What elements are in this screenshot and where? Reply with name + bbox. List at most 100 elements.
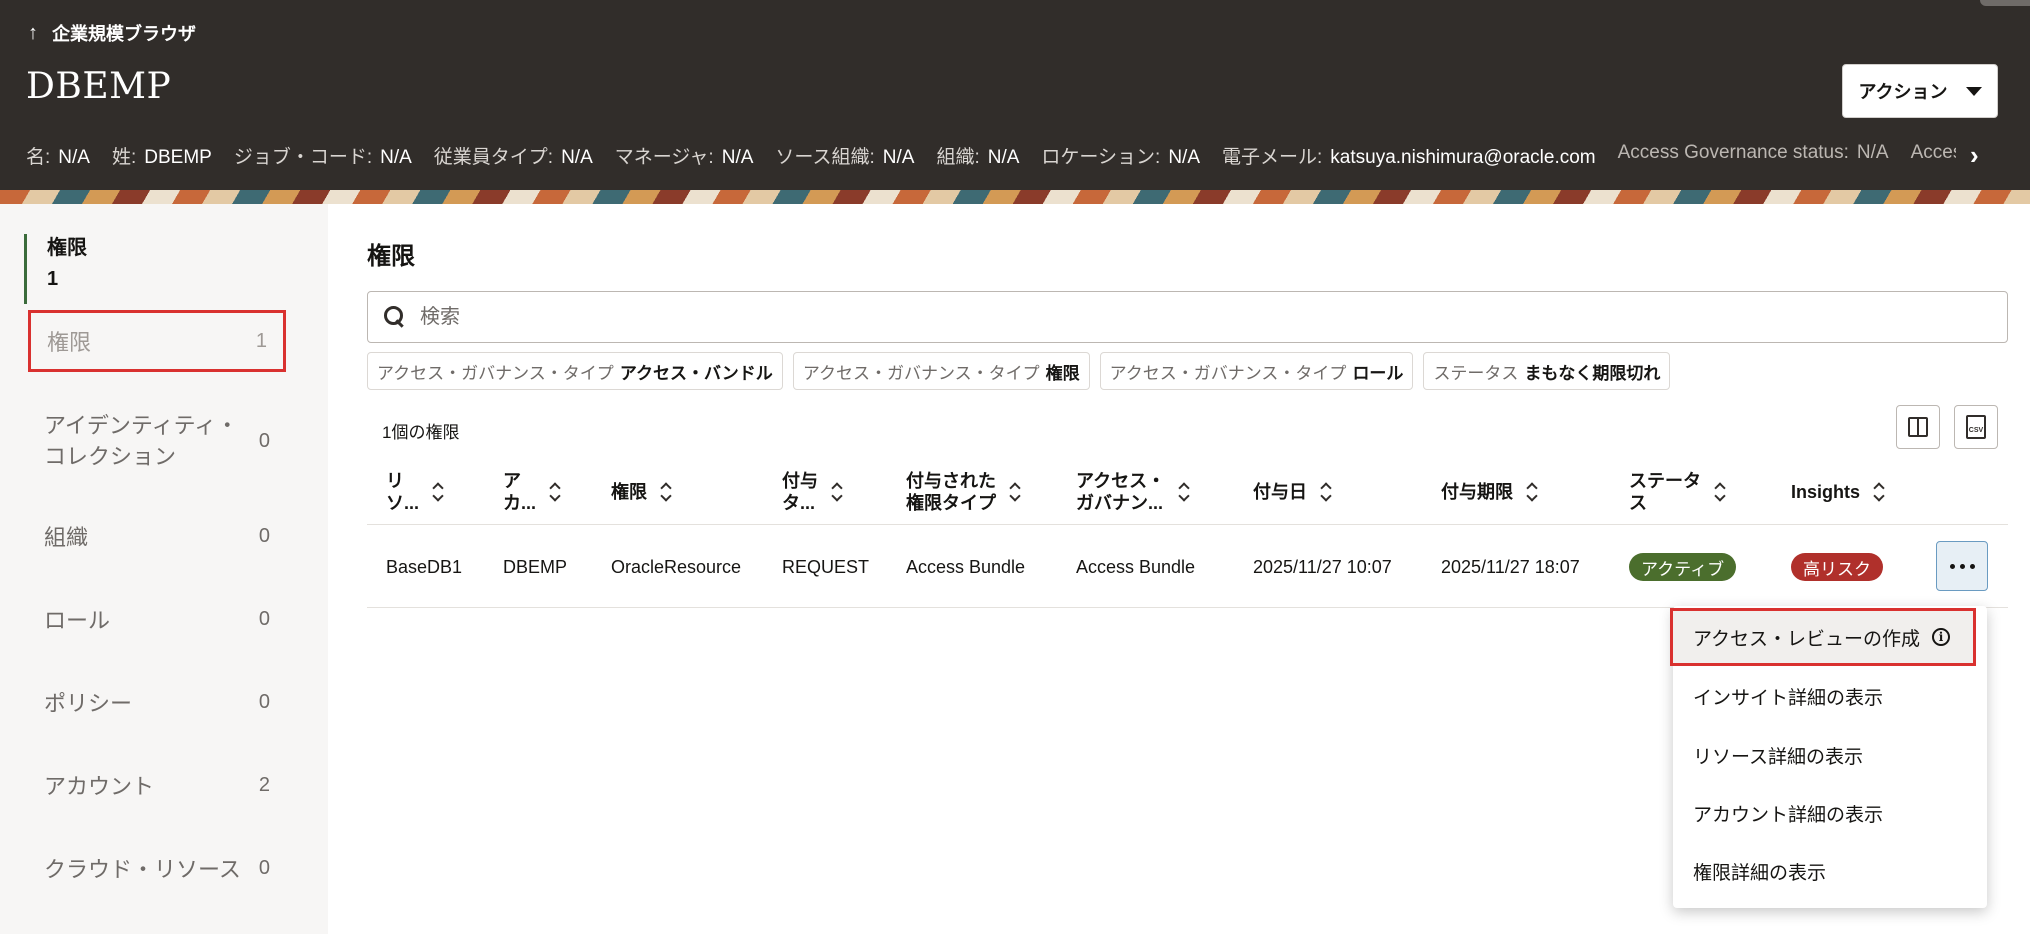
sidenav-item-cloud-resources[interactable]: クラウド・リソース 0 — [28, 852, 286, 884]
sidenav-item-count: 0 — [258, 856, 270, 879]
cell-granted-type: Access Bundle — [906, 557, 1026, 577]
back-link-label: 企業規模ブラウザ — [52, 24, 196, 44]
sidenav-item-label: クラウド・リソース — [44, 857, 241, 882]
menu-item-view-insight-details[interactable]: インサイト詳細の表示 — [1673, 667, 1987, 725]
cell-account: DBEMP — [503, 557, 568, 577]
back-link[interactable]: ↑ 企業規模ブラウザ — [28, 20, 196, 46]
filter-chips: アクセス・ガバナンス・タイプ アクセス・バンドル アクセス・ガバナンス・タイプ 権限… — [367, 352, 1671, 390]
sidenav-item-label: ポリシー — [44, 691, 133, 716]
sidenav-item-organizations[interactable]: 組織 0 — [28, 520, 286, 552]
sidenav-item-accounts[interactable]: アカウント 2 — [28, 769, 286, 801]
sort-icon — [433, 483, 443, 501]
info-source-org: ソース組織: N/A — [775, 147, 915, 168]
row-actions-button[interactable] — [1936, 541, 1988, 591]
sort-icon — [832, 483, 842, 501]
info-email: 電子メール: katsuya.nishimura@oracle.com — [1222, 147, 1596, 168]
cell-grant-type: REQUEST — [782, 557, 870, 577]
page-header: ↑ 企業規模ブラウザ DBEMP アクション 名: N/A 姓: DBEMP ジョブ… — [0, 0, 2030, 190]
risk-badge: 高リスク — [1791, 553, 1883, 581]
info-job-code: ジョブ・コード: N/A — [233, 147, 412, 168]
search-bar[interactable] — [367, 291, 2008, 343]
sort-icon — [1715, 483, 1725, 501]
column-header-resource[interactable]: リソ... — [386, 470, 443, 514]
column-header-governance-type[interactable]: アクセス・ ガバナン... — [1076, 470, 1189, 514]
export-csv-button[interactable]: CSV — [1954, 405, 1998, 449]
sidenav-item-count: 0 — [258, 690, 270, 713]
sidenav-header: 権限 1 — [24, 234, 87, 304]
sort-icon — [1874, 483, 1884, 501]
info-manager: マネージャ: N/A — [614, 147, 754, 168]
sidenav-item-identity-collections[interactable]: アイデンティティ・ コレクション 0 — [28, 410, 286, 472]
caret-down-icon — [1965, 86, 1982, 96]
search-input[interactable] — [420, 305, 1920, 329]
status-badge: アクティブ — [1629, 553, 1737, 581]
menu-item-view-resource-details[interactable]: リソース詳細の表示 — [1673, 726, 1987, 784]
arrow-up-icon: ↑ — [28, 21, 38, 44]
sidenav-header-title: 権限 — [47, 237, 87, 259]
search-icon — [384, 306, 406, 328]
main-title: 権限 — [367, 243, 415, 270]
sort-icon — [661, 483, 671, 501]
sidenav-item-count: 0 — [258, 524, 270, 547]
info-employee-type: 従業員タイプ: N/A — [433, 147, 593, 168]
sidenav-item-roles[interactable]: ロール 0 — [28, 603, 286, 635]
column-header-insights[interactable]: Insights — [1791, 481, 1884, 503]
sidenav-item-count: 0 — [258, 607, 270, 630]
permissions-table: リソ... アカ... 権限 付与 タ... 付与された 権限タイプ アクセス・ ガバ… — [367, 460, 2008, 608]
column-header-granted-type[interactable]: 付与された 権限タイプ — [906, 470, 1020, 514]
action-menu-label: アクション — [1858, 82, 1948, 102]
info-last-name: 姓: DBEMP — [111, 147, 212, 168]
column-header-granted-on[interactable]: 付与日 — [1253, 481, 1331, 503]
filter-chip-role[interactable]: アクセス・ガバナンス・タイプ ロール — [1099, 352, 1414, 390]
menu-item-view-account-details[interactable]: アカウント詳細の表示 — [1673, 784, 1987, 842]
filter-chip-permission[interactable]: アクセス・ガバナンス・タイプ 権限 — [792, 352, 1090, 390]
sort-icon — [1321, 483, 1331, 501]
table-row[interactable]: BaseDB1 DBEMP OracleResource REQUEST Acc… — [367, 525, 2008, 608]
sidenav-item-label: 組織 — [44, 525, 89, 550]
table-header: リソ... アカ... 権限 付与 タ... 付与された 権限タイプ アクセス・ ガバ… — [367, 460, 2008, 525]
sidenav-header-count: 1 — [47, 268, 59, 290]
info-org: 組織: N/A — [936, 147, 1020, 168]
menu-item-create-access-review[interactable]: アクセス・レビューの作成 i — [1670, 608, 1976, 666]
cell-governance-type: Access Bundle — [1076, 557, 1196, 577]
result-count: 1個の権限 — [382, 423, 460, 442]
sidenav-item-permissions[interactable]: 権限 1 — [28, 310, 286, 372]
menu-item-view-permission-details[interactable]: 権限詳細の表示 — [1673, 842, 1987, 900]
sidenav-item-label: アカウント — [44, 774, 155, 799]
sort-icon — [1179, 483, 1189, 501]
more-dots-icon — [1949, 563, 1955, 569]
column-header-status[interactable]: ステータス — [1629, 470, 1725, 514]
sidenav-item-label: 権限 — [47, 330, 92, 355]
sidenav-item-label: アイデンティティ・ コレクション — [44, 413, 239, 469]
cell-granted-on: 2025/11/27 10:07 — [1253, 557, 1392, 577]
sort-icon — [1010, 483, 1020, 501]
cell-resource: BaseDB1 — [386, 557, 463, 577]
column-header-permission[interactable]: 権限 — [611, 481, 671, 503]
row-actions-menu: アクセス・レビューの作成 i インサイト詳細の表示 リソース詳細の表示 アカウン… — [1670, 606, 1987, 908]
column-header-grant-type[interactable]: 付与 タ... — [782, 470, 842, 514]
info-icon[interactable]: i — [1932, 628, 1951, 646]
page-title: DBEMP — [26, 66, 172, 107]
filter-chip-expiring-soon[interactable]: ステータス まもなく期限切れ — [1423, 352, 1671, 390]
sidenav-item-count: 1 — [255, 329, 267, 352]
corner-accent — [1980, 0, 2030, 6]
sort-icon — [550, 483, 560, 501]
info-location: ロケーション: N/A — [1041, 147, 1200, 168]
sidenav-item-label: ロール — [44, 608, 111, 633]
chevron-right-icon[interactable]: › — [1970, 140, 1979, 171]
sidenav-item-count: 2 — [258, 773, 270, 796]
filter-chip-access-bundle[interactable]: アクセス・ガバナンス・タイプ アクセス・バンドル — [367, 352, 783, 390]
identity-info-strip: 名: N/A 姓: DBEMP ジョブ・コード: N/A 従業員タイプ: N/A マネー… — [26, 142, 1956, 169]
decorative-pattern-band — [0, 190, 2030, 204]
column-settings-button[interactable] — [1896, 405, 1940, 449]
column-header-expires-on[interactable]: 付与期限 — [1441, 481, 1537, 503]
action-menu-button[interactable]: アクション — [1842, 64, 1998, 118]
info-governance-status: Access Governance status: N/A — [1617, 142, 1889, 163]
sidenav-item-policies[interactable]: ポリシー 0 — [28, 686, 286, 718]
info-access-truncated: Access — [1910, 142, 1956, 163]
column-header-account[interactable]: アカ... — [503, 470, 560, 514]
sort-icon — [1527, 483, 1537, 501]
side-navigation: 権限 1 権限 1 アイデンティティ・ コレクション 0 組織 0 ロール 0 ポ… — [0, 204, 328, 934]
sidenav-item-count: 0 — [258, 429, 270, 452]
cell-permission: OracleResource — [611, 557, 742, 577]
